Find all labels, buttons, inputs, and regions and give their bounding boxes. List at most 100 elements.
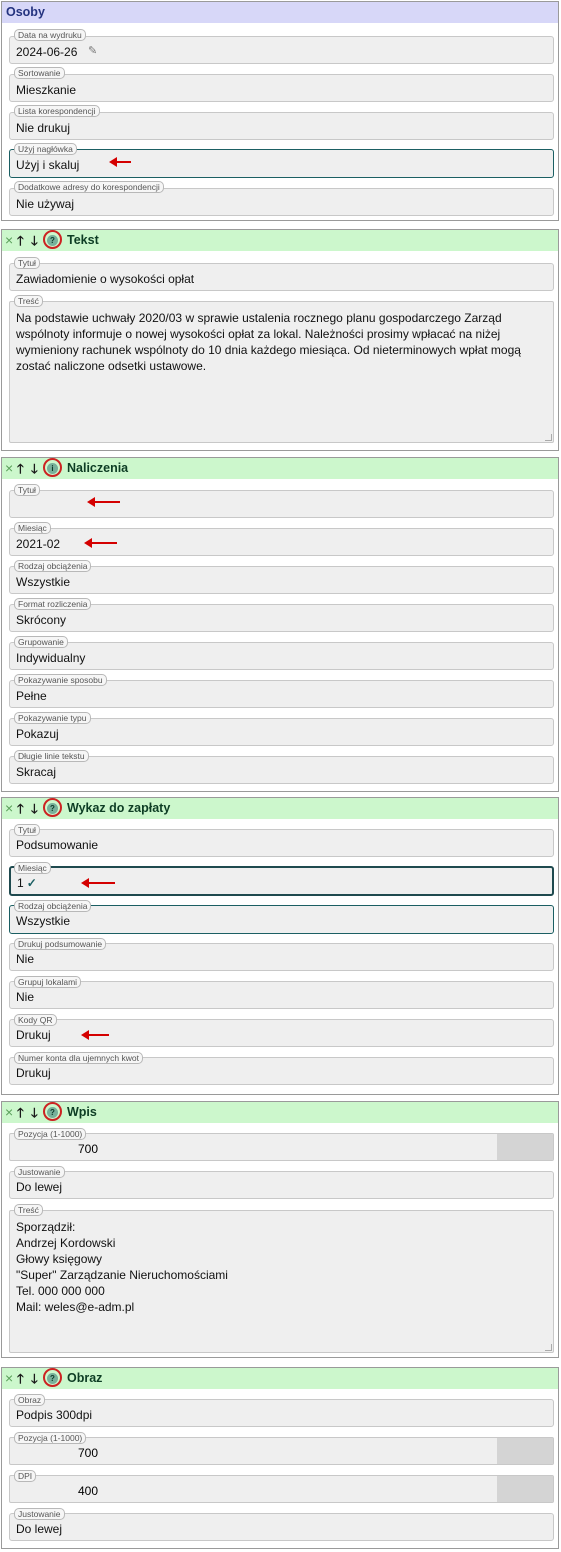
naliczenia-grupowanie-value: Indywidualny xyxy=(16,651,86,665)
naliczenia-typ-value: Pokazuj xyxy=(16,727,59,741)
wykaz-rodzaj-field[interactable]: Wszystkie xyxy=(9,905,554,934)
dodatkowe-adresy-value: Nie używaj xyxy=(16,197,75,211)
uzyj-naglowka-value: Użyj i skaluj xyxy=(16,158,80,172)
wykaz-tytul-field[interactable]: Podsumowanie xyxy=(9,829,554,857)
section-header-wykaz: × 🡑 🡓 ? Wykaz do zapłaty xyxy=(2,798,558,819)
spinner-button[interactable] xyxy=(497,1438,553,1464)
naliczenia-format-field[interactable]: Skrócony xyxy=(9,604,554,632)
tekst-tytul-field[interactable]: Zawiadomienie o wysokości opłat xyxy=(9,263,554,291)
naliczenia-linie-field[interactable]: Skracaj xyxy=(9,756,554,784)
naliczenia-format-value: Skrócony xyxy=(16,613,67,627)
move-down-icon[interactable]: 🡓 xyxy=(31,798,38,819)
wykaz-qr-label: Kody QR xyxy=(14,1014,57,1026)
move-down-icon[interactable]: 🡓 xyxy=(31,230,38,251)
naliczenia-grupowanie-label: Grupowanie xyxy=(14,636,68,648)
remove-icon[interactable]: × xyxy=(5,458,13,479)
wykaz-konto-label: Numer konta dla ujemnych kwot xyxy=(14,1052,143,1064)
uzyj-naglowka-field[interactable]: Użyj i skaluj xyxy=(9,149,554,178)
data-na-wydruku-value: 2024-06-26 xyxy=(16,45,78,59)
remove-icon[interactable]: × xyxy=(5,230,13,251)
obraz-dpi-value: 400 xyxy=(78,1484,99,1498)
wykaz-miesiac-label: Miesiąc xyxy=(14,862,51,874)
annotation-arrow xyxy=(81,878,115,888)
wykaz-grupuj-value: Nie xyxy=(16,990,35,1004)
tekst-tresc-label: Treść xyxy=(14,295,43,307)
wykaz-qr-field[interactable]: Drukuj xyxy=(9,1019,554,1047)
spinner-button[interactable] xyxy=(497,1476,553,1502)
obraz-pozycja-value: 700 xyxy=(78,1446,99,1460)
naliczenia-miesiac-value: 2021-02 xyxy=(16,537,61,551)
section-title-obraz: Obraz xyxy=(67,1371,103,1385)
obraz-obraz-field[interactable]: Podpis 300dpi xyxy=(9,1399,554,1427)
naliczenia-linie-value: Skracaj xyxy=(16,765,57,779)
naliczenia-rodzaj-field[interactable]: Wszystkie xyxy=(9,566,554,594)
section-title-wykaz: Wykaz do zapłaty xyxy=(67,801,171,815)
annotation-circle xyxy=(43,1368,62,1387)
dodatkowe-adresy-label: Dodatkowe adresy do korespondencji xyxy=(14,181,164,193)
sortowanie-field[interactable]: Mieszkanie xyxy=(9,74,554,102)
wykaz-tytul-value: Podsumowanie xyxy=(16,838,99,852)
wpis-tresc-line: Głowy księgowy xyxy=(16,1252,103,1266)
naliczenia-tytul-label: Tytuł xyxy=(14,484,40,496)
obraz-justowanie-field[interactable]: Do lewej xyxy=(9,1513,554,1541)
move-down-icon[interactable]: 🡓 xyxy=(31,1102,38,1123)
naliczenia-grupowanie-field[interactable]: Indywidualny xyxy=(9,642,554,670)
move-down-icon[interactable]: 🡓 xyxy=(31,458,38,479)
section-header-obraz: × 🡑 🡓 ? Obraz xyxy=(2,1368,558,1389)
annotation-circle xyxy=(43,458,62,477)
remove-icon[interactable]: × xyxy=(5,798,13,819)
section-title-naliczenia: Naliczenia xyxy=(67,461,129,475)
edit-icon[interactable]: ✎ xyxy=(88,44,97,57)
move-up-icon[interactable]: 🡑 xyxy=(17,230,24,251)
resize-handle[interactable] xyxy=(545,1344,552,1351)
data-na-wydruku-field[interactable]: 2024-06-26 ✎ xyxy=(9,36,554,64)
wykaz-tytul-label: Tytuł xyxy=(14,824,40,836)
wykaz-miesiac-value: 1 ✓ xyxy=(17,876,37,890)
annotation-arrow xyxy=(81,1030,109,1040)
wykaz-qr-value: Drukuj xyxy=(16,1028,51,1042)
annotation-arrow xyxy=(109,157,131,167)
wpis-justowanie-field[interactable]: Do lewej xyxy=(9,1171,554,1199)
wykaz-grupuj-field[interactable]: Nie xyxy=(9,981,554,1009)
sortowanie-label: Sortowanie xyxy=(14,67,65,79)
wpis-pozycja-value: 700 xyxy=(78,1142,99,1156)
move-up-icon[interactable]: 🡑 xyxy=(17,1102,24,1123)
wpis-tresc-textarea[interactable]: Sporządził: Andrzej Kordowski Głowy księ… xyxy=(9,1210,554,1353)
wpis-tresc-label: Treść xyxy=(14,1204,43,1216)
move-up-icon[interactable]: 🡑 xyxy=(17,1368,24,1389)
section-header-wpis: × 🡑 🡓 ? Wpis xyxy=(2,1102,558,1123)
annotation-circle xyxy=(43,1102,62,1121)
obraz-justowanie-value: Do lewej xyxy=(16,1522,63,1536)
section-title-tekst: Tekst xyxy=(67,233,99,247)
wpis-tresc-line: "Super" Zarządzanie Nieruchomościami xyxy=(16,1268,228,1282)
obraz-justowanie-label: Justowanie xyxy=(14,1508,65,1520)
naliczenia-format-label: Format rozliczenia xyxy=(14,598,92,610)
naliczenia-rodzaj-value: Wszystkie xyxy=(16,575,70,589)
move-up-icon[interactable]: 🡑 xyxy=(17,798,24,819)
data-na-wydruku-label: Data na wydruku xyxy=(14,29,86,41)
tekst-tytul-value: Zawiadomienie o wysokości opłat xyxy=(16,272,195,286)
lista-korespondencji-label: Lista korespondencji xyxy=(14,105,100,117)
move-down-icon[interactable]: 🡓 xyxy=(31,1368,38,1389)
naliczenia-typ-field[interactable]: Pokazuj xyxy=(9,718,554,746)
wpis-justowanie-label: Justowanie xyxy=(14,1166,65,1178)
obraz-pozycja-label: Pozycja (1-1000) xyxy=(14,1432,87,1444)
section-title-wpis: Wpis xyxy=(67,1105,97,1119)
tekst-tresc-textarea[interactable]: Na podstawie uchwały 2020/03 w sprawie u… xyxy=(9,301,554,443)
wykaz-grupuj-label: Grupuj lokalami xyxy=(14,976,82,988)
wykaz-miesiac-field[interactable]: 1 ✓ xyxy=(9,866,554,896)
annotation-circle xyxy=(43,230,62,249)
section-title-osoby: Osoby xyxy=(2,2,558,23)
resize-handle[interactable] xyxy=(545,434,552,441)
remove-icon[interactable]: × xyxy=(5,1102,13,1123)
remove-icon[interactable]: × xyxy=(5,1368,13,1389)
wpis-pozycja-input[interactable]: 700 xyxy=(9,1133,554,1161)
annotation-arrow xyxy=(84,538,117,548)
section-tekst: × 🡑 🡓 ? Tekst Zawiadomienie o wysokości … xyxy=(1,229,559,451)
obraz-dpi-input[interactable]: 400 xyxy=(9,1475,554,1503)
move-up-icon[interactable]: 🡑 xyxy=(17,458,24,479)
section-naliczenia: × 🡑 🡓 i Naliczenia Tytuł 2021-02 Miesiąc… xyxy=(1,457,559,792)
obraz-pozycja-input[interactable]: 700 xyxy=(9,1437,554,1465)
wpis-tresc-line: Sporządził: xyxy=(16,1220,76,1234)
spinner-button[interactable] xyxy=(497,1134,553,1160)
